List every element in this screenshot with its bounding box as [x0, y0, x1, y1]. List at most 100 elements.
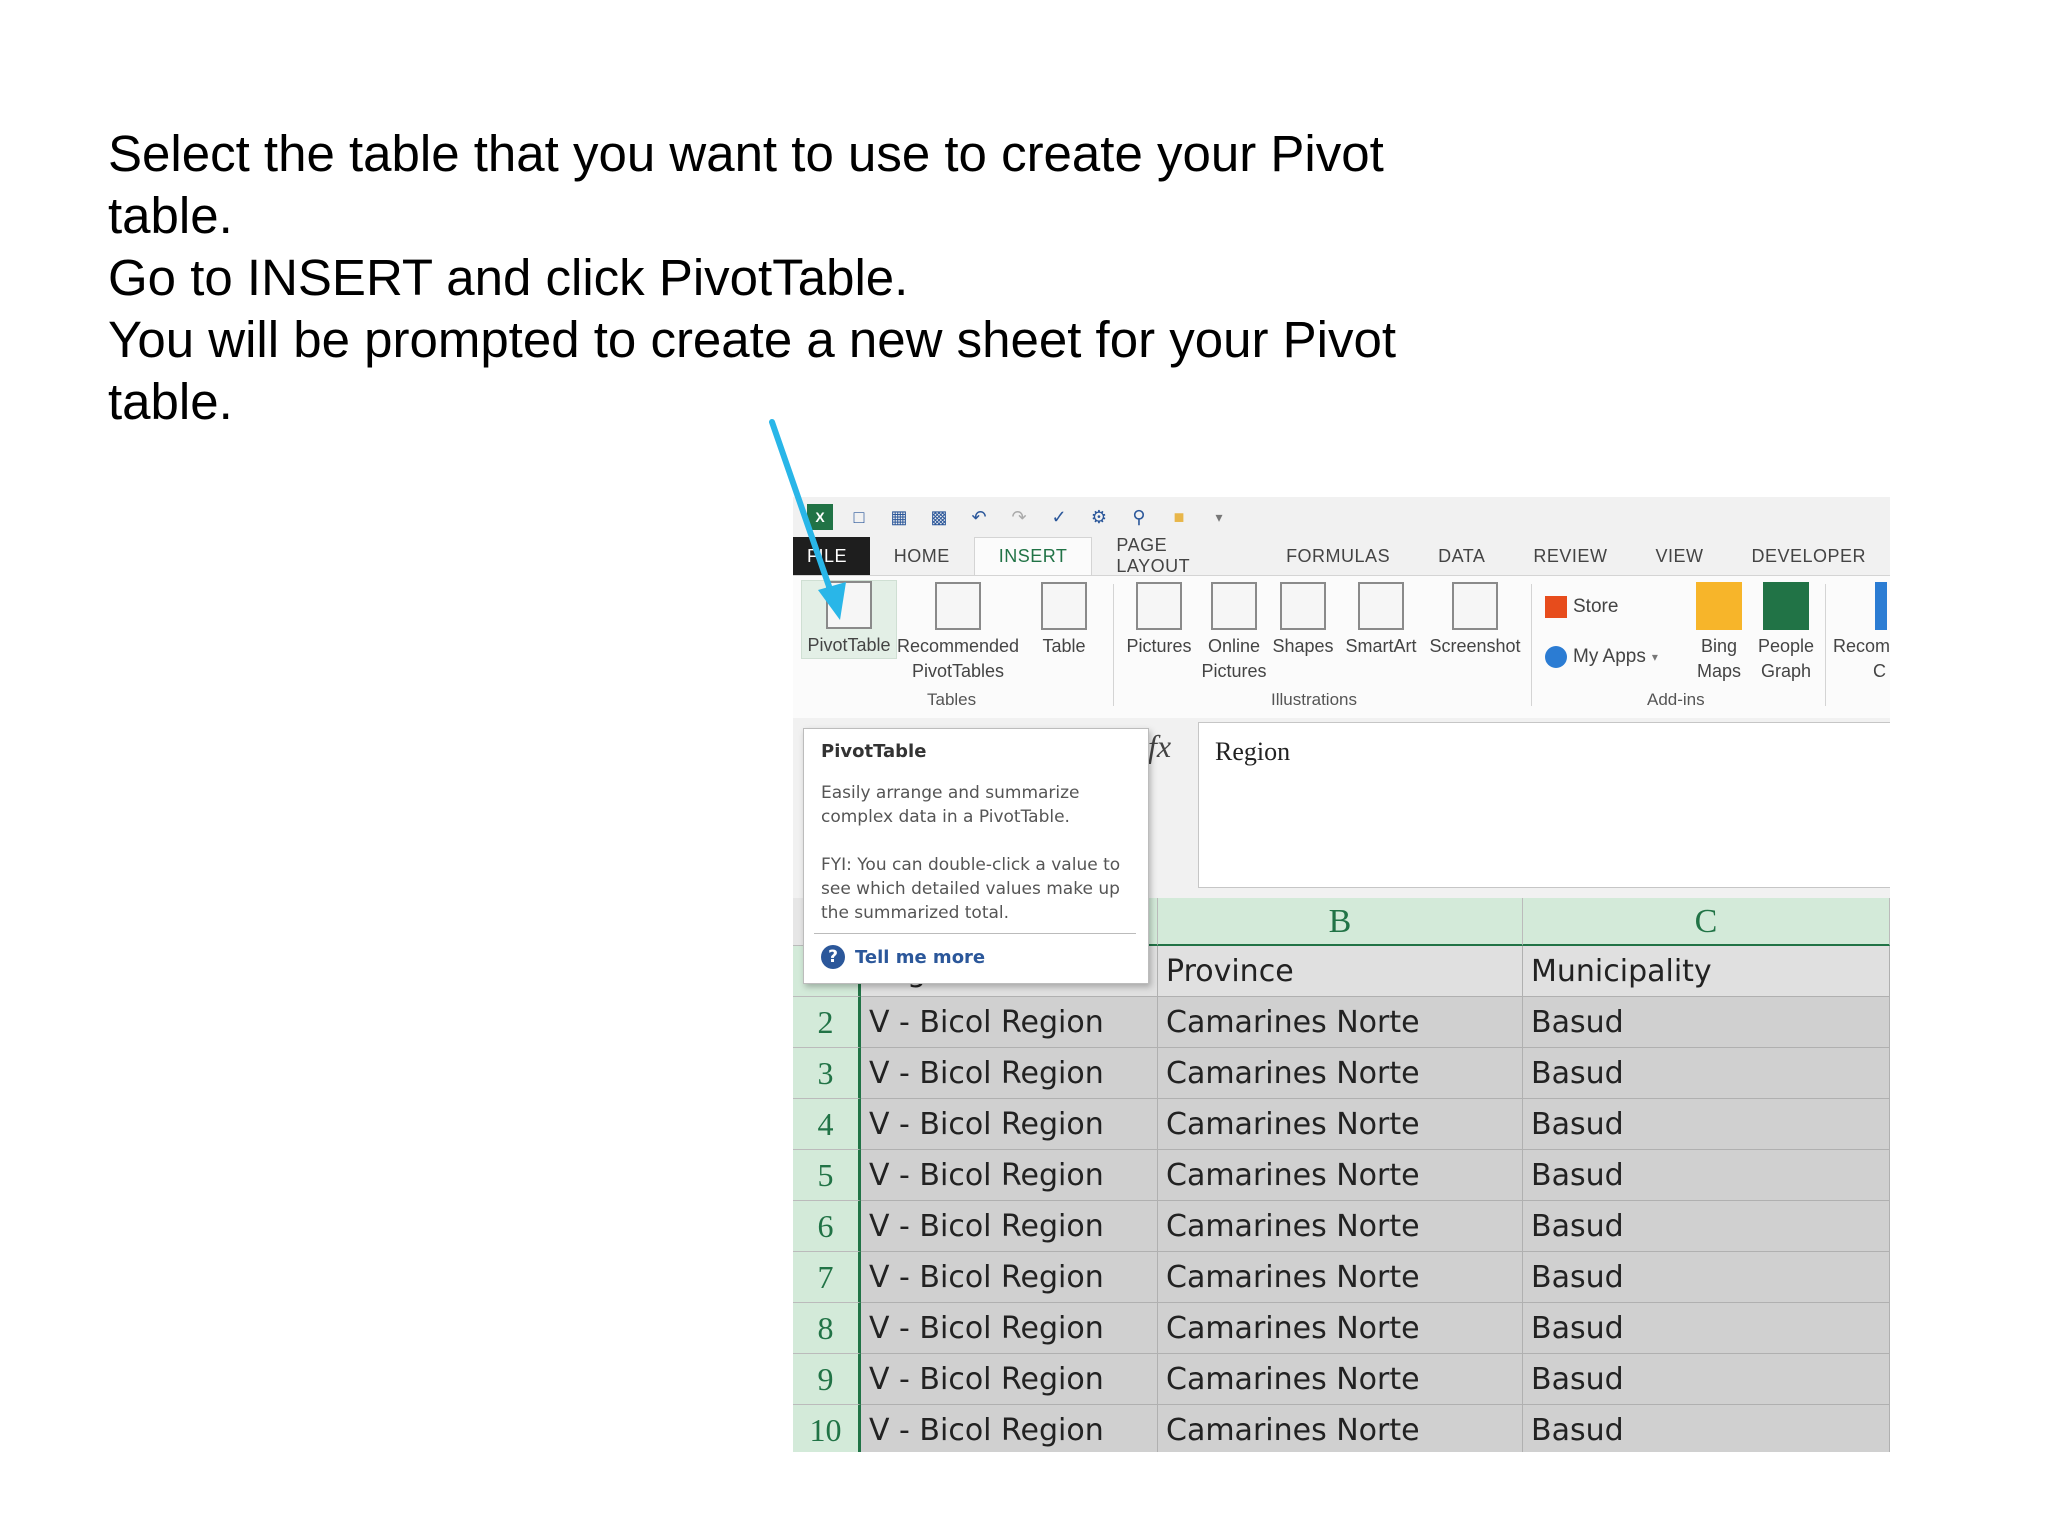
pivottable-button[interactable]: PivotTable — [801, 580, 897, 659]
formula-value: Region — [1215, 737, 1291, 766]
undo-icon[interactable]: ↶ — [965, 504, 993, 530]
recommended-pivottables-button[interactable]: Recommended PivotTables — [893, 582, 1023, 684]
table-cell[interactable]: Camarines Norte — [1158, 1405, 1523, 1452]
table-cell[interactable]: Basud — [1523, 1354, 1890, 1405]
row-header[interactable]: 8 — [793, 1303, 861, 1354]
table-cell[interactable]: Camarines Norte — [1158, 1201, 1523, 1252]
table-cell[interactable]: Basud — [1523, 1201, 1890, 1252]
smartart-label: SmartArt — [1345, 636, 1417, 656]
people-graph-label: People — [1757, 636, 1815, 656]
table-cell[interactable]: Basud — [1523, 1405, 1890, 1452]
recommended-charts-button[interactable]: Recom C — [1833, 582, 1890, 684]
people-graph-label: Graph — [1760, 661, 1812, 681]
tab-page-layout[interactable]: PAGE LAYOUT — [1092, 535, 1262, 576]
row-header[interactable]: 9 — [793, 1354, 861, 1405]
bing-icon — [1696, 582, 1742, 630]
print-preview-icon[interactable]: ⚲ — [1125, 504, 1153, 530]
table-cell[interactable]: Basud — [1523, 1252, 1890, 1303]
table-cell[interactable]: V - Bicol Region — [861, 997, 1158, 1048]
tooltip-fyi: FYI: You can double-click a value to see… — [821, 855, 1121, 923]
row-header[interactable]: 6 — [793, 1201, 861, 1252]
instruction-line: You will be prompted to create a new she… — [108, 311, 1396, 368]
people-graph-button[interactable]: People Graph — [1753, 582, 1819, 684]
table-cell[interactable]: Basud — [1523, 1048, 1890, 1099]
bing-maps-button[interactable]: Bing Maps — [1689, 582, 1749, 684]
chevron-down-icon[interactable]: ▾ — [1652, 650, 1658, 664]
pivottable-icon — [826, 581, 872, 629]
tab-data[interactable]: DATA — [1414, 537, 1509, 575]
save-icon[interactable]: ▦ — [885, 504, 913, 530]
open-folder-icon[interactable]: ■ — [1165, 504, 1193, 530]
instruction-line: table. — [108, 373, 233, 430]
online-pictures-button[interactable]: Online Pictures — [1199, 582, 1269, 684]
table-icon — [1041, 582, 1087, 630]
column-header-c[interactable]: C — [1523, 898, 1890, 946]
table-cell[interactable]: Camarines Norte — [1158, 1099, 1523, 1150]
bing-label: Maps — [1696, 661, 1741, 681]
fx-icon[interactable]: fx — [1148, 728, 1171, 765]
tab-formulas[interactable]: FORMULAS — [1262, 537, 1414, 575]
tab-view[interactable]: VIEW — [1631, 537, 1727, 575]
customize-qat-icon[interactable]: ▾ — [1205, 504, 1233, 530]
table-cell[interactable]: V - Bicol Region — [861, 1201, 1158, 1252]
recommended-charts-label: Recom — [1833, 636, 1890, 656]
recommended-charts-label: C — [1873, 661, 1886, 681]
header-cell[interactable]: Province — [1158, 946, 1523, 997]
table-cell[interactable]: Basud — [1523, 1099, 1890, 1150]
table-cell[interactable]: V - Bicol Region — [861, 1099, 1158, 1150]
redo-icon[interactable]: ↷ — [1005, 504, 1033, 530]
table-cell[interactable]: Camarines Norte — [1158, 1252, 1523, 1303]
tooltip-title: PivotTable — [821, 741, 927, 762]
tables-group-label: Tables — [927, 690, 977, 709]
tab-review[interactable]: REVIEW — [1509, 537, 1631, 575]
table-cell[interactable]: V - Bicol Region — [861, 1252, 1158, 1303]
online-pictures-label: Online — [1207, 636, 1261, 656]
shapes-button[interactable]: Shapes — [1271, 582, 1335, 659]
column-header-b[interactable]: B — [1158, 898, 1523, 946]
ribbon-tabs: FILE HOME INSERT PAGE LAYOUT FORMULAS DA… — [793, 535, 1890, 576]
table-cell[interactable]: Basud — [1523, 997, 1890, 1048]
header-cell[interactable]: Municipality — [1523, 946, 1890, 997]
my-apps-button[interactable]: My Apps ▾ — [1545, 646, 1658, 668]
table-cell[interactable]: Camarines Norte — [1158, 1354, 1523, 1405]
new-doc-icon[interactable]: □ — [845, 504, 873, 530]
formula-input[interactable]: Region — [1198, 722, 1890, 888]
tab-file[interactable]: FILE — [793, 537, 870, 575]
tab-home[interactable]: HOME — [870, 537, 974, 575]
table-button[interactable]: Table — [1029, 582, 1099, 659]
macro-icon[interactable]: ⚙ — [1085, 504, 1113, 530]
save-as-icon[interactable]: ▩ — [925, 504, 953, 530]
table-cell[interactable]: Camarines Norte — [1158, 997, 1523, 1048]
table-cell[interactable]: V - Bicol Region — [861, 1150, 1158, 1201]
ribbon-insert: PivotTable Recommended PivotTables Table… — [793, 575, 1890, 719]
tell-me-more-label: Tell me more — [855, 946, 986, 968]
screenshot-button[interactable]: Screenshot — [1425, 582, 1525, 659]
table-cell[interactable]: Camarines Norte — [1158, 1048, 1523, 1099]
smartart-button[interactable]: SmartArt — [1339, 582, 1423, 659]
table-cell[interactable]: V - Bicol Region — [861, 1303, 1158, 1354]
illustrations-group-label: Illustrations — [1271, 690, 1357, 709]
store-button[interactable]: Store — [1545, 596, 1618, 618]
row-header[interactable]: 2 — [793, 997, 861, 1048]
pivottable-label: PivotTable — [807, 635, 891, 655]
row-header[interactable]: 5 — [793, 1150, 861, 1201]
spellcheck-icon[interactable]: ✓ — [1045, 504, 1073, 530]
row-header[interactable]: 7 — [793, 1252, 861, 1303]
pivottable-tooltip: PivotTable Easily arrange and summarize … — [803, 728, 1149, 984]
recommended-label: PivotTables — [911, 661, 1005, 681]
table-cell[interactable]: Basud — [1523, 1303, 1890, 1354]
table-cell[interactable]: V - Bicol Region — [861, 1048, 1158, 1099]
table-cell[interactable]: Basud — [1523, 1150, 1890, 1201]
row-header[interactable]: 4 — [793, 1099, 861, 1150]
tell-me-more-link[interactable]: ? Tell me more — [821, 945, 985, 969]
pictures-button[interactable]: Pictures — [1121, 582, 1197, 659]
row-header[interactable]: 10 — [793, 1405, 861, 1452]
table-cell[interactable]: V - Bicol Region — [861, 1354, 1158, 1405]
tab-developer[interactable]: DEVELOPER — [1727, 537, 1890, 575]
table-cell[interactable]: Camarines Norte — [1158, 1303, 1523, 1354]
row-header[interactable]: 3 — [793, 1048, 861, 1099]
tab-insert[interactable]: INSERT — [973, 537, 1093, 575]
table-cell[interactable]: Camarines Norte — [1158, 1150, 1523, 1201]
table-cell[interactable]: V - Bicol Region — [861, 1405, 1158, 1452]
quick-access-toolbar: X □ ▦ ▩ ↶ ↷ ✓ ⚙ ⚲ ■ ▾ — [793, 497, 1890, 537]
